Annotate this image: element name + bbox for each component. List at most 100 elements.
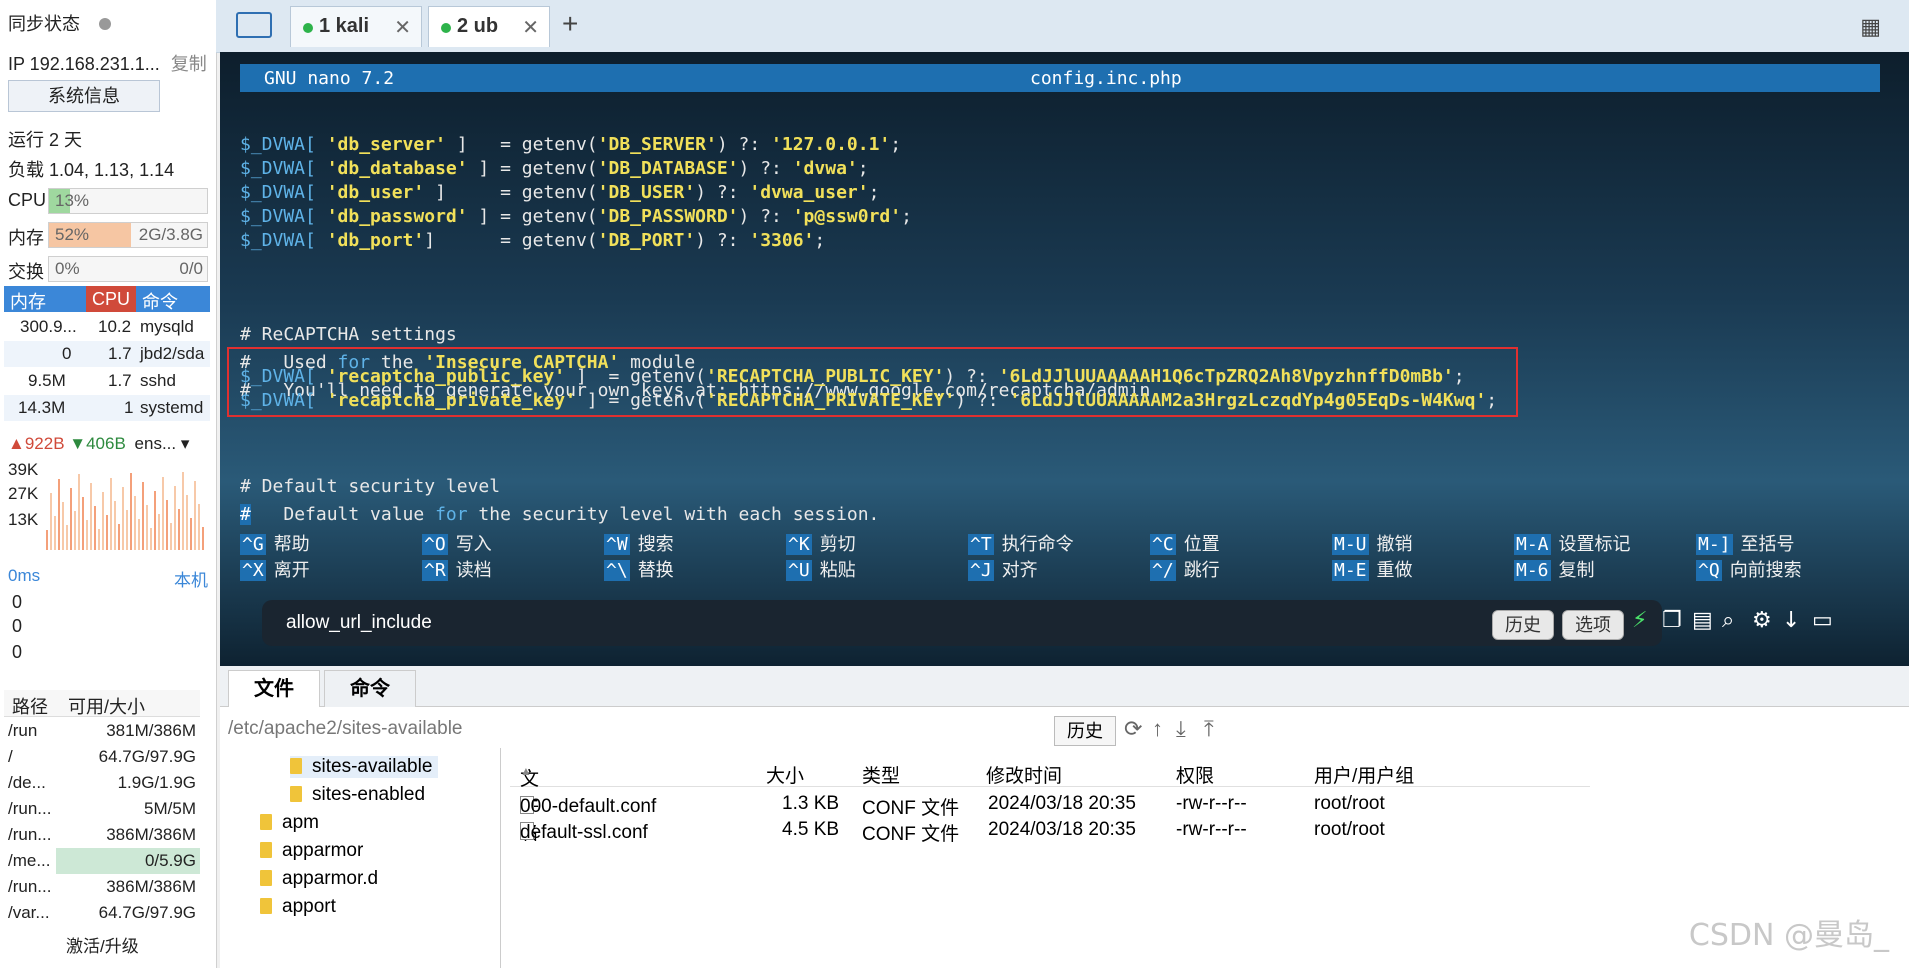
swap-label: 交换 — [8, 262, 44, 282]
disk-row: /de... 1.9G/1.9G — [8, 773, 196, 792]
traffic-bar — [94, 506, 96, 550]
lightning-icon[interactable]: ⚡ — [1632, 608, 1647, 633]
latency-value: 0 — [12, 642, 23, 662]
swap-meter: 0% 0/0 — [48, 256, 208, 282]
file-row[interactable]: 000-default.conf 1.3 KB CONF 文件 2024/03/18 … — [510, 790, 1590, 819]
copy-link[interactable]: 复制 — [171, 54, 207, 74]
traffic-bar — [58, 479, 60, 550]
tree-item[interactable]: apm — [260, 812, 319, 834]
traffic-bar — [122, 487, 124, 550]
close-icon[interactable]: ✕ — [522, 15, 539, 40]
traffic-bar — [98, 529, 100, 550]
net-tick-2: 13K — [8, 510, 39, 529]
paste-icon[interactable]: ▤ — [1692, 608, 1713, 633]
add-tab-icon[interactable]: + — [562, 8, 578, 40]
close-icon[interactable]: ✕ — [394, 15, 411, 40]
load-average: 负载 1.04, 1.13, 1.14 — [8, 160, 175, 180]
traffic-bar — [146, 505, 148, 550]
traffic-bar — [50, 493, 52, 550]
status-dot-icon — [303, 23, 313, 33]
file-row[interactable]: default-ssl.conf 4.5 KB CONF 文件 2024/03/18 … — [510, 816, 1590, 845]
tree-item[interactable]: apport — [260, 896, 336, 918]
shortcut-item: ^Q 向前搜索 — [1696, 560, 1802, 581]
folder-icon[interactable] — [236, 12, 272, 38]
copy-icon[interactable]: ❐ — [1662, 608, 1682, 633]
tree-item[interactable]: apparmor — [260, 840, 363, 862]
folder-icon — [260, 842, 272, 858]
col-cmd[interactable]: 命令 — [142, 288, 178, 314]
arrow-down-icon[interactable]: ↓ — [1782, 608, 1800, 633]
col-type[interactable]: 类型 — [862, 761, 900, 788]
parent-dir-icon[interactable]: ↑ — [1152, 716, 1163, 742]
traffic-bar — [182, 472, 184, 550]
file-manager-tabs: 文件 命令 — [220, 666, 1909, 707]
download-icon[interactable]: ⤓ — [1176, 716, 1186, 742]
process-table-header: 内存 CPU 命令 — [4, 286, 210, 312]
traffic-bar — [66, 525, 68, 550]
gear-icon[interactable]: ⚙ — [1752, 608, 1772, 633]
grid-layout-icon[interactable]: ▦ — [1860, 14, 1881, 40]
shortcut-item: ^/跳行 — [1150, 560, 1220, 581]
shortcut-item: ^O 写入 — [422, 534, 492, 555]
tab-commands[interactable]: 命令 — [324, 670, 416, 707]
history-button[interactable]: 历史 — [1492, 610, 1554, 640]
process-row: 0 1.7 jbd2/sda — [4, 341, 210, 367]
traffic-bar — [78, 474, 80, 550]
tree-item[interactable]: sites-enabled — [290, 784, 425, 806]
col-cpu[interactable]: CPU — [86, 286, 137, 312]
command-input[interactable]: allow_url_include — [286, 612, 432, 634]
traffic-bar — [90, 483, 92, 550]
net-interface-select[interactable]: ens... — [135, 434, 177, 453]
tree-item[interactable]: apparmor.d — [260, 868, 378, 890]
tab-bar: 1 kali ✕ 2 ub ✕ + ▦ — [216, 0, 1909, 53]
tab-ub[interactable]: 2 ub ✕ — [428, 6, 550, 47]
disk-row: /64.7G/97.9G — [8, 747, 196, 766]
status-dot-icon — [99, 18, 112, 30]
traffic-bar — [70, 488, 72, 550]
tab-files[interactable]: 文件 — [228, 670, 320, 707]
traffic-bar — [54, 516, 56, 550]
options-button[interactable]: 选项 — [1562, 610, 1624, 640]
code-line: $_DVWA[ 'db_server' ] = getenv('DB_SERVE… — [240, 134, 902, 155]
upload-icon[interactable]: ⤒ — [1204, 716, 1214, 742]
traffic-bar — [190, 518, 192, 550]
watermark: CSDN @曼岛_ — [1688, 918, 1889, 953]
directory-tree: sites-available sites-enabled apm apparm… — [220, 748, 501, 968]
tab-kali[interactable]: 1 kali ✕ — [290, 6, 422, 47]
network-stats: ▲922B ▼406B ens... ▾ — [8, 434, 190, 453]
refresh-icon[interactable]: ⟳ — [1124, 716, 1142, 742]
traffic-bar — [150, 528, 152, 550]
tree-item[interactable]: sites-available — [290, 756, 439, 778]
traffic-bar — [162, 477, 164, 550]
traffic-bar — [126, 510, 128, 550]
activate-link[interactable]: 激活/升级 — [66, 932, 139, 957]
col-owner[interactable]: 用户/用户组 — [1314, 761, 1414, 788]
latency-label: 0ms — [8, 566, 41, 585]
traffic-bar — [174, 486, 176, 550]
traffic-bar — [202, 527, 204, 550]
traffic-bar — [170, 523, 172, 550]
terminal[interactable]: GNU nano 7.2 config.inc.php $_DVWA[ 'db_… — [220, 52, 1909, 666]
disk-table-header: 路径 可用/大小 — [4, 690, 200, 717]
sysinfo-button[interactable]: 系统信息 — [8, 80, 160, 112]
path-input[interactable]: /etc/apache2/sites-available — [228, 718, 462, 740]
traffic-bar — [62, 502, 64, 550]
folder-icon — [260, 898, 272, 914]
col-mem[interactable]: 内存 — [10, 288, 46, 314]
col-size[interactable]: 大小 — [766, 761, 804, 788]
search-icon[interactable]: ⌕ — [1722, 608, 1734, 633]
shortcut-item: ^C 位置 — [1150, 534, 1220, 555]
chevron-down-icon[interactable]: ▾ — [181, 434, 190, 453]
window-icon[interactable]: ▭ — [1812, 608, 1833, 633]
col-mtime[interactable]: 修改时间 — [986, 761, 1062, 788]
shortcut-item: ^J 对齐 — [968, 560, 1038, 581]
traffic-bar — [142, 482, 144, 550]
traffic-bar — [130, 473, 132, 550]
disk-row: /run... 386M/386M — [8, 825, 196, 844]
history-button[interactable]: 历史 — [1054, 716, 1116, 746]
traffic-bar — [82, 497, 84, 550]
code-line: $_DVWA[ 'db_password' ] = getenv('DB_PAS… — [240, 206, 912, 227]
net-tick-1: 27K — [8, 484, 39, 503]
col-perm[interactable]: 权限 — [1176, 761, 1214, 788]
latency-host[interactable]: 本机 — [174, 566, 208, 591]
